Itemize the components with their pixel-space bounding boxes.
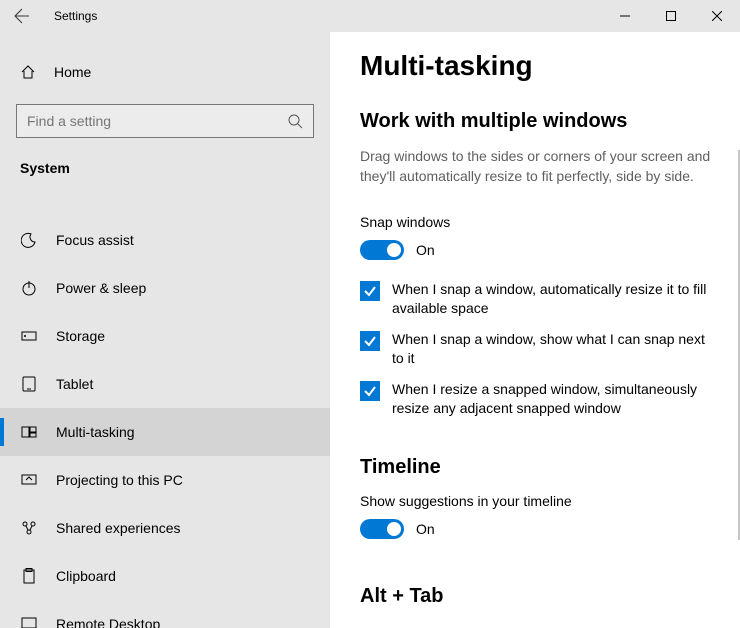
search-field[interactable]: [16, 104, 314, 138]
snap-windows-label: Snap windows: [360, 214, 720, 230]
sidebar-item-label: Shared experiences: [56, 520, 181, 536]
project-icon: [20, 472, 38, 488]
sidebar-item-clipboard[interactable]: Clipboard: [0, 552, 330, 600]
sidebar-item-power-sleep[interactable]: Power & sleep: [0, 264, 330, 312]
sidebar-category: System: [0, 154, 330, 194]
section-heading-alt-tab: Alt + Tab: [360, 585, 720, 608]
window-controls: [602, 0, 740, 32]
sidebar-item-label: Focus assist: [56, 232, 134, 248]
close-button[interactable]: [694, 0, 740, 32]
checkbox-icon: [360, 281, 380, 301]
sidebar-item-storage[interactable]: Storage: [0, 312, 330, 360]
section-description: Drag windows to the sides or corners of …: [360, 147, 720, 186]
sidebar-item-label: Storage: [56, 328, 105, 344]
close-icon: [712, 11, 722, 21]
sidebar-item-projecting[interactable]: Projecting to this PC: [0, 456, 330, 504]
minimize-button[interactable]: [602, 0, 648, 32]
multitask-icon: [20, 424, 38, 440]
check-label: When I resize a snapped window, simultan…: [392, 380, 720, 418]
search-input[interactable]: [27, 113, 287, 129]
search-icon: [287, 113, 303, 129]
sidebar-item-label: Power & sleep: [56, 280, 146, 296]
sidebar: Home System Focus assist Power & sleep: [0, 32, 330, 628]
sidebar-home-label: Home: [54, 64, 91, 80]
sidebar-item-label: Remote Desktop: [56, 616, 160, 628]
snap-option-3[interactable]: When I resize a snapped window, simultan…: [360, 380, 720, 418]
sidebar-item-tablet[interactable]: Tablet: [0, 360, 330, 408]
shared-icon: [20, 520, 38, 536]
checkbox-icon: [360, 381, 380, 401]
sidebar-item-label: Multi-tasking: [56, 424, 135, 440]
page-title: Multi-tasking: [360, 50, 720, 82]
titlebar: Settings: [0, 0, 740, 32]
section-heading-timeline: Timeline: [360, 456, 720, 479]
maximize-icon: [666, 11, 676, 21]
sidebar-item-focus-assist[interactable]: Focus assist: [0, 216, 330, 264]
remote-icon: [20, 616, 38, 628]
timeline-toggle-state: On: [416, 521, 435, 537]
main-content: Multi-tasking Work with multiple windows…: [330, 32, 740, 628]
snap-option-2[interactable]: When I snap a window, show what I can sn…: [360, 330, 720, 368]
snap-windows-toggle-state: On: [416, 242, 435, 258]
sidebar-nav: Focus assist Power & sleep Storage Table…: [0, 216, 330, 628]
moon-icon: [20, 232, 38, 248]
home-icon: [20, 64, 36, 80]
clipboard-icon: [20, 568, 38, 584]
checkbox-icon: [360, 331, 380, 351]
sidebar-item-multi-tasking[interactable]: Multi-tasking: [0, 408, 330, 456]
snap-option-1[interactable]: When I snap a window, automatically resi…: [360, 280, 720, 318]
check-label: When I snap a window, show what I can sn…: [392, 330, 720, 368]
sidebar-item-label: Projecting to this PC: [56, 472, 183, 488]
storage-icon: [20, 328, 38, 344]
tablet-icon: [20, 376, 38, 392]
section-heading-windows: Work with multiple windows: [360, 110, 720, 133]
sidebar-item-remote-desktop[interactable]: Remote Desktop: [0, 600, 330, 628]
snap-windows-toggle[interactable]: [360, 240, 404, 260]
check-label: When I snap a window, automatically resi…: [392, 280, 720, 318]
back-button[interactable]: [0, 0, 44, 32]
minimize-icon: [620, 11, 630, 21]
sidebar-home[interactable]: Home: [0, 50, 330, 94]
power-icon: [20, 280, 38, 296]
sidebar-item-shared-experiences[interactable]: Shared experiences: [0, 504, 330, 552]
maximize-button[interactable]: [648, 0, 694, 32]
timeline-suggestions-label: Show suggestions in your timeline: [360, 493, 720, 509]
sidebar-item-label: Tablet: [56, 376, 93, 392]
sidebar-item-label: Clipboard: [56, 568, 116, 584]
arrow-left-icon: [14, 8, 30, 24]
timeline-suggestions-toggle[interactable]: [360, 519, 404, 539]
window-title: Settings: [54, 9, 97, 23]
